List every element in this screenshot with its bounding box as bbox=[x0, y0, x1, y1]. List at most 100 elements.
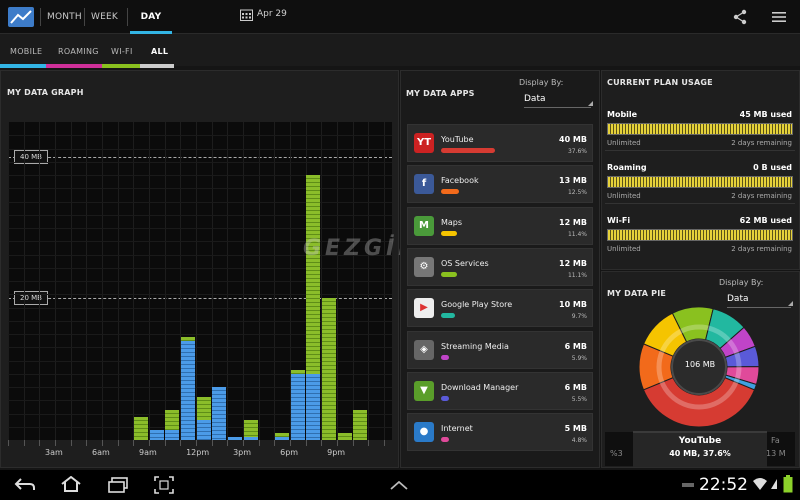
x-tick-label: 6pm bbox=[280, 448, 299, 457]
app-name: YouTube bbox=[441, 135, 474, 144]
tab-week[interactable]: WEEK bbox=[91, 0, 118, 34]
bar-wifi-19[interactable] bbox=[306, 175, 321, 374]
app-row[interactable]: M Maps 12 MB 11.4% bbox=[407, 206, 593, 245]
x-tick bbox=[133, 440, 135, 446]
app-row[interactable]: ● Internet 5 MB 4.8% bbox=[407, 413, 593, 452]
app-screen: MONTH WEEK DAY Apr 29 MOBILE ROAMING WI-… bbox=[0, 0, 800, 500]
roaming-color-strip bbox=[46, 64, 102, 68]
tab-month[interactable]: MONTH bbox=[47, 0, 82, 34]
x-tick bbox=[149, 440, 151, 446]
bar-wifi-21[interactable] bbox=[337, 433, 352, 440]
grid-line bbox=[8, 281, 392, 282]
app-row[interactable]: ◈ Streaming Media 6 MB 5.9% bbox=[407, 330, 593, 369]
pie-prev-percent: %3 bbox=[610, 449, 623, 458]
calendar-icon[interactable] bbox=[240, 9, 253, 21]
separator bbox=[127, 8, 128, 26]
app-name: Internet bbox=[441, 424, 473, 434]
app-data-amount: 40 MB bbox=[559, 135, 587, 144]
screenshot-icon[interactable] bbox=[154, 476, 174, 494]
x-tick bbox=[243, 440, 245, 446]
divider bbox=[605, 150, 795, 151]
app-name: Google Play Store bbox=[441, 300, 513, 310]
bar-wifi-17[interactable] bbox=[274, 433, 290, 437]
bar-mobile-14[interactable] bbox=[227, 436, 243, 440]
bar-mobile-12[interactable] bbox=[196, 420, 211, 440]
tab-roaming[interactable]: ROAMING bbox=[58, 47, 99, 56]
os-services-icon: ⚙ bbox=[414, 256, 434, 277]
bar-mobile-11[interactable] bbox=[180, 340, 196, 440]
app-data-percent: 4.8% bbox=[571, 437, 587, 445]
bar-mobile-17[interactable] bbox=[274, 436, 290, 440]
home-icon[interactable] bbox=[60, 476, 82, 492]
bar-wifi-18[interactable] bbox=[290, 370, 305, 374]
plan-wifi-used: 62 MB used bbox=[739, 216, 792, 225]
share-icon[interactable] bbox=[732, 9, 748, 25]
grid-line bbox=[8, 294, 392, 296]
app-data-amount: 12 MB bbox=[559, 217, 587, 227]
x-tick bbox=[23, 440, 25, 446]
app-usage-bar bbox=[441, 313, 455, 319]
reference-label-20mb: 20 MB bbox=[14, 291, 48, 305]
app-data-percent: 37.6% bbox=[567, 148, 587, 155]
bar-mobile-13[interactable] bbox=[212, 387, 227, 440]
x-tick-label: 3am bbox=[45, 448, 63, 457]
plan-title: CURRENT PLAN USAGE bbox=[607, 78, 713, 87]
x-tick bbox=[258, 440, 260, 446]
apps-display-by-select[interactable]: Data bbox=[524, 94, 593, 108]
tab-mobile[interactable]: MOBILE bbox=[10, 47, 42, 56]
x-tick-label: 3pm bbox=[233, 448, 252, 457]
apps-display-by-value: Data bbox=[524, 94, 546, 104]
recent-apps-icon[interactable] bbox=[107, 477, 129, 493]
grid-line bbox=[8, 214, 392, 216]
app-row[interactable]: ▼ Download Manager 6 MB 5.5% bbox=[407, 371, 593, 410]
app-usage-bar bbox=[441, 148, 495, 153]
signal-icon bbox=[771, 479, 777, 489]
chevron-up-icon[interactable] bbox=[390, 481, 408, 490]
tab-all[interactable]: ALL bbox=[151, 47, 168, 56]
data-graph[interactable]: 40 MB 20 MB bbox=[8, 122, 392, 440]
bar-mobile-19[interactable] bbox=[306, 373, 321, 440]
app-data-amount: 10 MB bbox=[559, 300, 587, 310]
back-icon[interactable] bbox=[14, 478, 36, 492]
plan-wifi-label: Wi-Fi bbox=[607, 216, 631, 225]
app-data-percent: 5.9% bbox=[571, 354, 587, 362]
bar-wifi-15[interactable] bbox=[243, 420, 258, 437]
date-label[interactable]: Apr 29 bbox=[257, 9, 287, 19]
app-row[interactable]: ⚙ OS Services 12 MB 11.1% bbox=[407, 247, 593, 286]
x-tick bbox=[117, 440, 119, 446]
bar-mobile-15[interactable] bbox=[243, 436, 258, 440]
action-bar: MONTH WEEK DAY Apr 29 bbox=[0, 0, 800, 34]
tab-wifi[interactable]: WI-FI bbox=[111, 47, 133, 56]
x-tick-label: 9am bbox=[139, 448, 157, 457]
bar-wifi-12[interactable] bbox=[196, 396, 211, 421]
bar-mobile-10[interactable] bbox=[165, 430, 180, 440]
x-tick bbox=[368, 440, 370, 446]
system-navigation-bar: 22:52 bbox=[0, 470, 800, 500]
bar-wifi-11[interactable] bbox=[180, 337, 196, 341]
app-data-percent: 11.1% bbox=[567, 271, 587, 279]
grid-line bbox=[8, 267, 392, 269]
app-logo-icon[interactable] bbox=[6, 5, 36, 29]
bar-mobile-18[interactable] bbox=[290, 373, 305, 440]
overflow-menu-icon[interactable] bbox=[772, 11, 786, 23]
pie-display-by-value: Data bbox=[727, 294, 749, 304]
bar-wifi-10[interactable] bbox=[165, 410, 180, 431]
x-tick bbox=[196, 440, 198, 446]
x-tick bbox=[337, 440, 339, 446]
dropdown-arrow-icon bbox=[588, 101, 593, 106]
x-tick bbox=[384, 440, 386, 446]
app-data-amount: 13 MB bbox=[559, 176, 587, 186]
bar-wifi-8[interactable] bbox=[133, 416, 149, 440]
x-tick-label: 12pm bbox=[186, 448, 210, 457]
bar-wifi-20[interactable] bbox=[321, 297, 337, 440]
app-row[interactable]: YT YouTube 40 MB 37.6% bbox=[407, 124, 593, 162]
tab-day[interactable]: DAY bbox=[130, 0, 172, 34]
app-row[interactable]: ▶ Google Play Store 10 MB 9.7% bbox=[407, 289, 593, 328]
app-data-amount: 5 MB bbox=[564, 424, 587, 434]
app-row[interactable]: f Facebook 13 MB 12.5% bbox=[407, 165, 593, 204]
x-tick bbox=[180, 440, 182, 446]
x-tick bbox=[305, 440, 307, 446]
app-name: Facebook bbox=[441, 176, 479, 186]
bar-wifi-22[interactable] bbox=[353, 410, 368, 440]
bar-mobile-9[interactable] bbox=[149, 430, 164, 440]
